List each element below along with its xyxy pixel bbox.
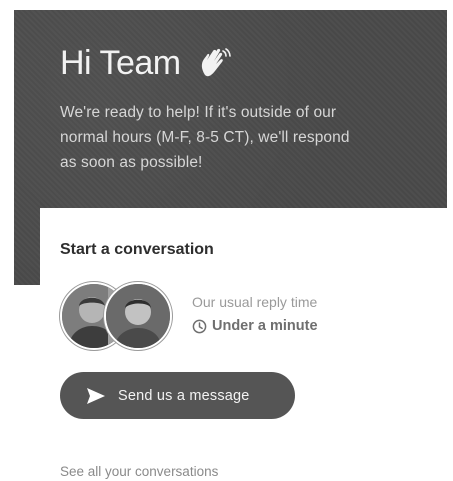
intro-line-3: as soon as possible! [60, 154, 203, 171]
reply-time-value: Under a minute [192, 318, 318, 334]
conversation-card: Start a conversation Our usual reply tim… [40, 208, 447, 481]
team-avatars [60, 282, 172, 350]
reply-time-label: Our usual reply time [192, 294, 318, 310]
send-arrow-icon [87, 387, 105, 404]
waving-hand-icon [201, 47, 231, 76]
reply-time-text: Under a minute [212, 318, 318, 334]
greeting-text: Hi Team [60, 44, 181, 82]
greeting-title: Hi Team [60, 44, 233, 83]
intro-message: We're ready to help! If it's outside of … [60, 100, 430, 175]
person-photo-icon [106, 284, 170, 348]
send-message-label: Send us a message [118, 387, 250, 404]
card-title: Start a conversation [60, 241, 214, 258]
send-message-button[interactable]: Send us a message [60, 372, 295, 419]
intro-line-1: We're ready to help! If it's outside of … [60, 104, 337, 121]
see-all-conversations-link[interactable]: See all your conversations [60, 464, 218, 479]
clock-icon [192, 319, 207, 333]
messenger-home: Hi Team We're ready to help! If it's out… [0, 0, 453, 481]
avatar [104, 282, 172, 350]
intro-line-2: normal hours (M-F, 8-5 CT), we'll respon… [60, 129, 350, 146]
